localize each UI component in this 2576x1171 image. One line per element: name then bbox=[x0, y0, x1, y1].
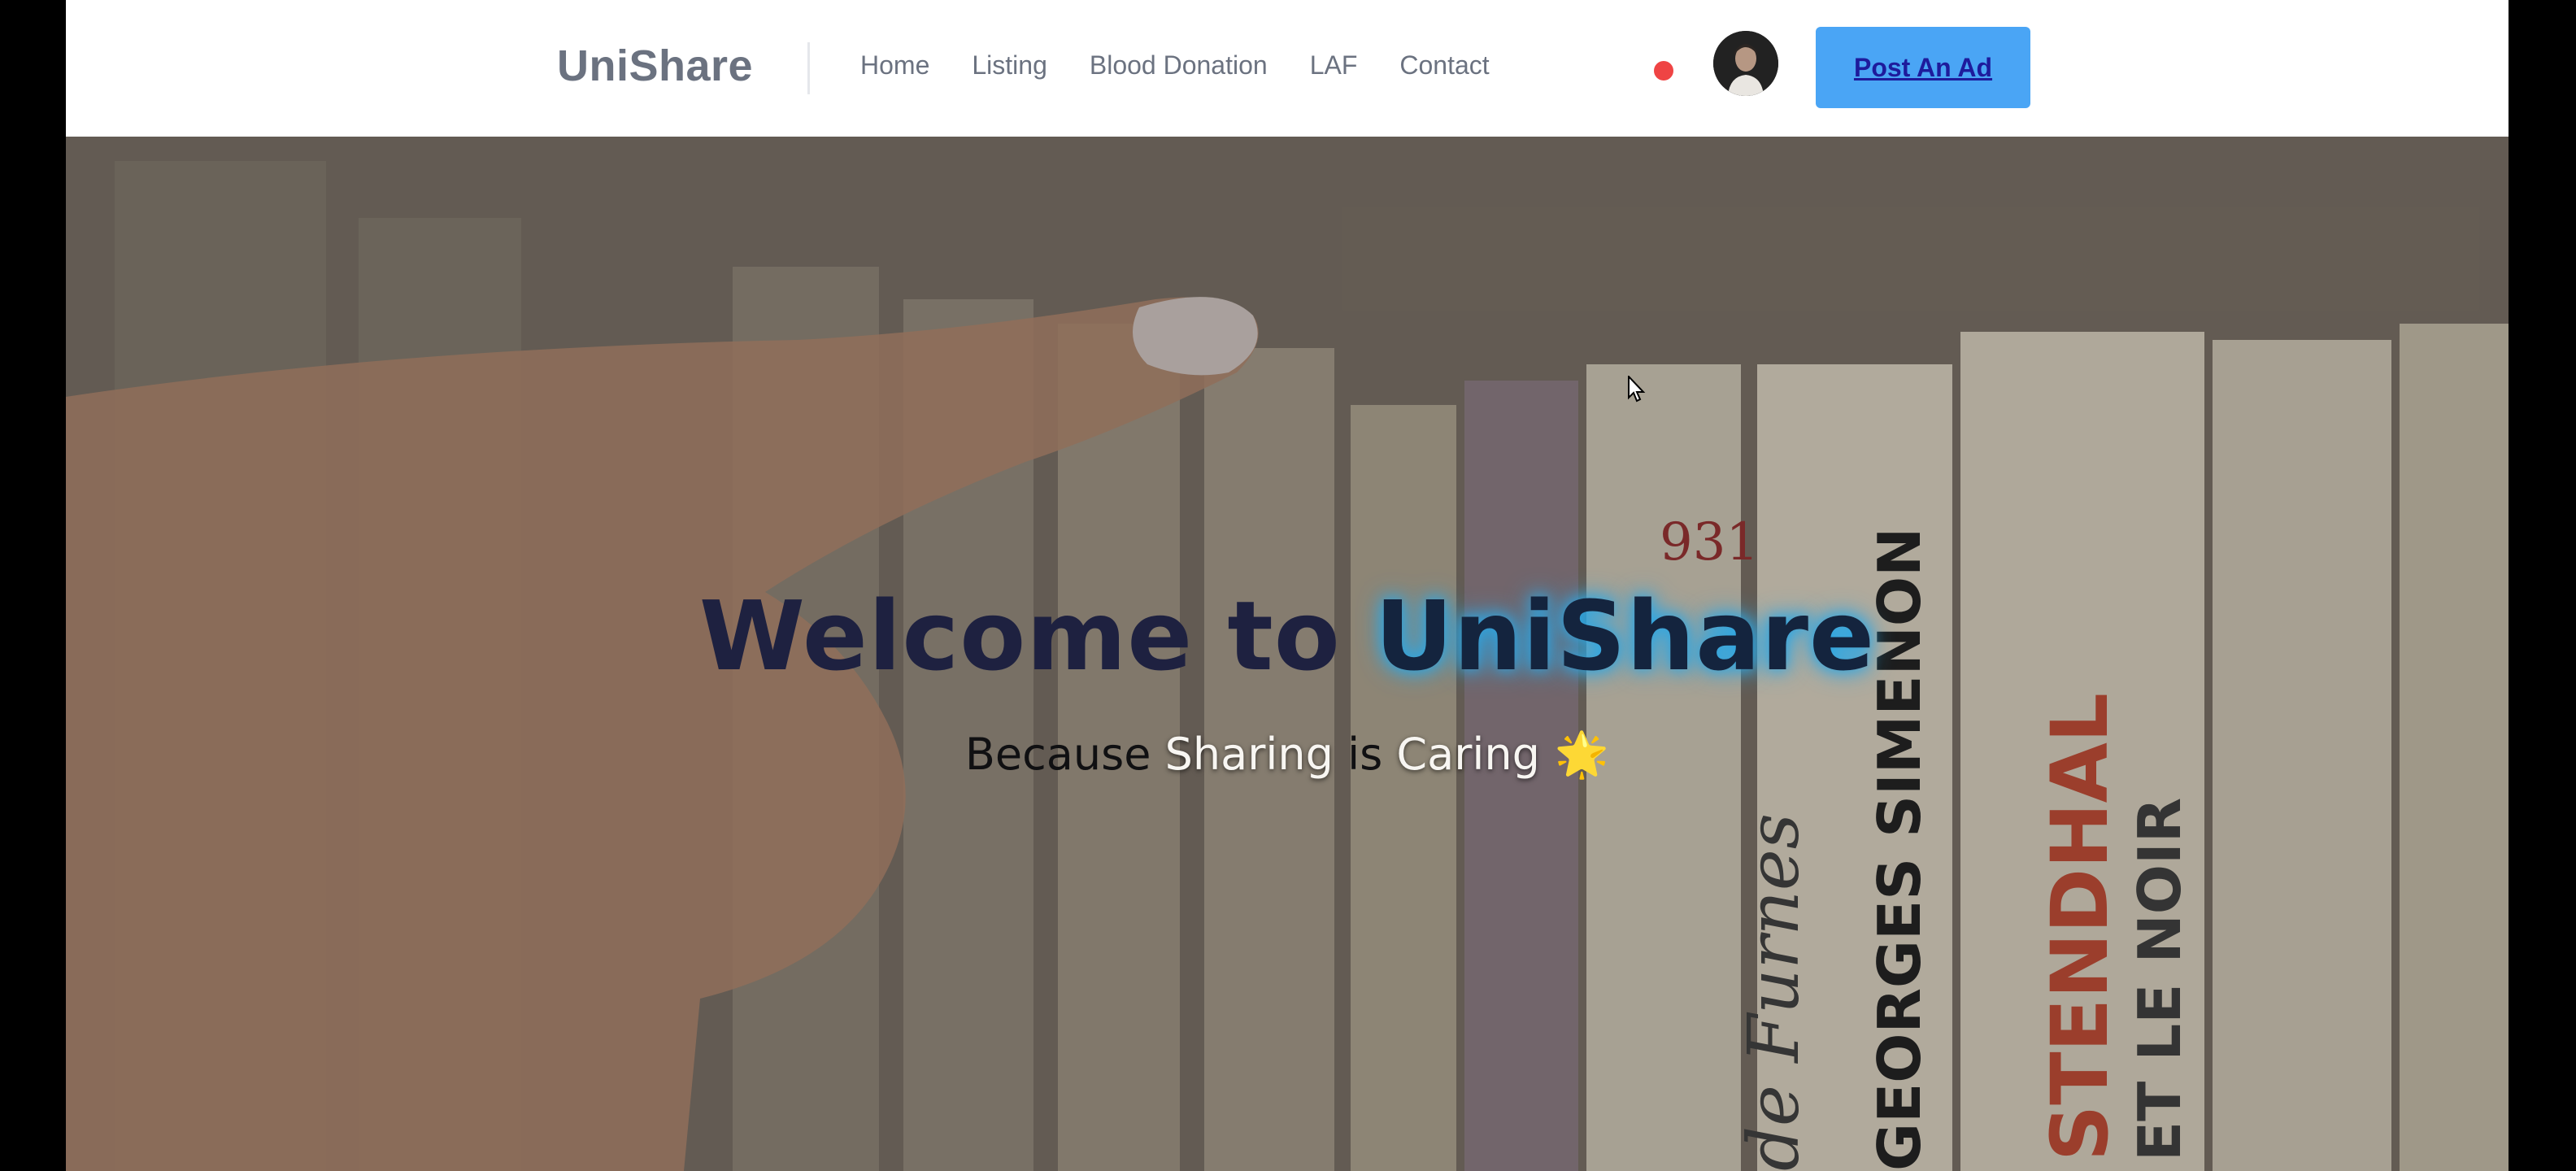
hero-subtitle: Because Sharing is Caring 🌟 bbox=[66, 729, 2509, 781]
subtitle-because: Because bbox=[964, 729, 1165, 780]
nav-link-listing[interactable]: Listing bbox=[972, 50, 1047, 81]
sparkle-star-icon: 🌟 bbox=[1554, 729, 1610, 780]
nav-link-blood-donation[interactable]: Blood Donation bbox=[1090, 50, 1268, 81]
notification-dot-icon[interactable] bbox=[1654, 61, 1673, 81]
subtitle-sharing: Sharing bbox=[1164, 729, 1334, 780]
mouse-cursor-icon bbox=[1628, 376, 1646, 403]
user-avatar[interactable] bbox=[1713, 31, 1778, 96]
hero-title: Welcome to UniShare bbox=[66, 580, 2509, 692]
nav-link-laf[interactable]: LAF bbox=[1310, 50, 1358, 81]
subtitle-caring: Caring bbox=[1396, 729, 1540, 780]
nav-links: Home Listing Blood Donation LAF Contact bbox=[860, 50, 1490, 81]
hero-title-prefix: Welcome to bbox=[698, 580, 1375, 692]
nav-link-home[interactable]: Home bbox=[860, 50, 929, 81]
navbar: UniShare Home Listing Blood Donation LAF… bbox=[66, 0, 2509, 137]
page: UniShare Home Listing Blood Donation LAF… bbox=[66, 0, 2509, 1171]
hero-title-brand: UniShare bbox=[1374, 580, 1876, 692]
post-an-ad-button[interactable]: Post An Ad bbox=[1816, 27, 2030, 108]
nav-link-contact[interactable]: Contact bbox=[1399, 50, 1489, 81]
avatar-image bbox=[1713, 31, 1778, 96]
subtitle-is: is bbox=[1333, 729, 1397, 780]
nav-divider bbox=[807, 42, 810, 94]
hero-section: 931 GEORGES SIMENON STENDHAL ET LE NOIR … bbox=[66, 137, 2509, 1171]
site-logo[interactable]: UniShare bbox=[557, 41, 753, 91]
